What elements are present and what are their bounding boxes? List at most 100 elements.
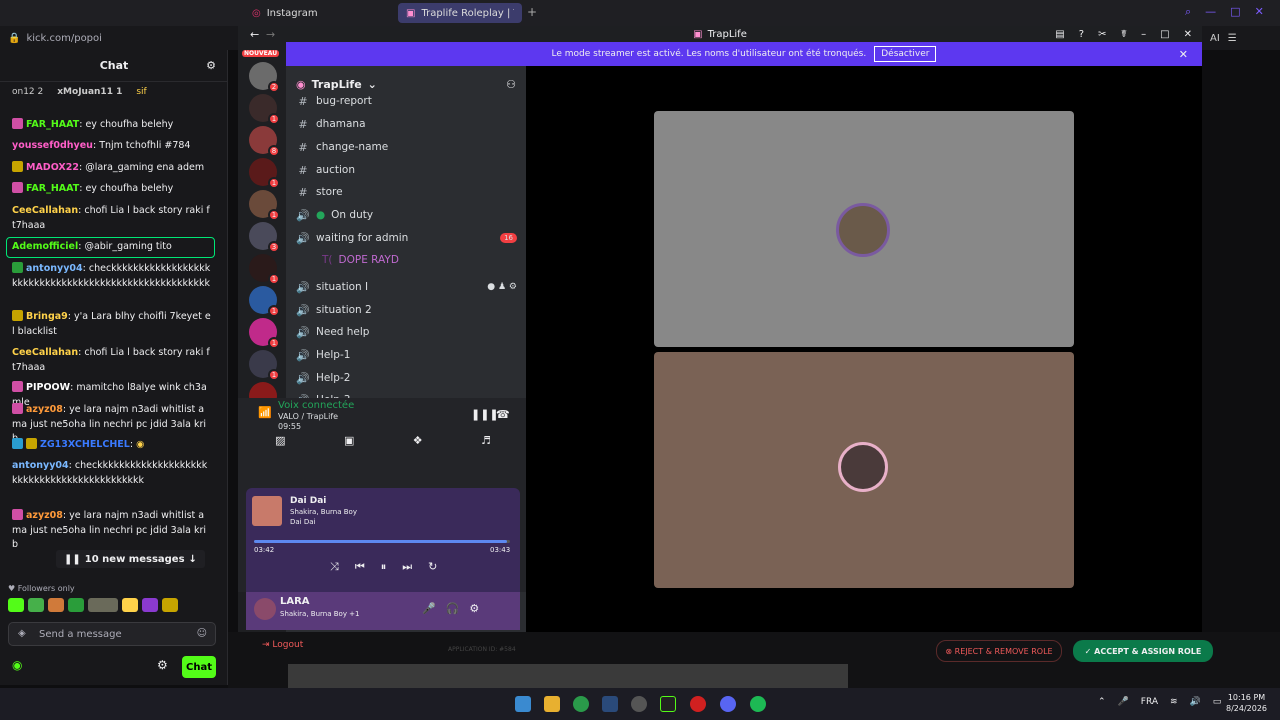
channel-item[interactable]: # dhamana [296, 114, 521, 134]
server-icon[interactable]: 1 [249, 318, 280, 349]
logout-link[interactable]: ⇥ Logout [262, 640, 303, 650]
emote-icon[interactable] [88, 598, 118, 612]
new-messages-button[interactable]: ❚❚ 10 new messages ↓ [56, 550, 205, 568]
activities-icon[interactable]: ❖ [413, 434, 423, 456]
accept-assign-role-button[interactable]: ✓ ACCEPT & ASSIGN ROLE [1073, 640, 1213, 662]
back-arrow-icon[interactable]: ← [250, 28, 259, 41]
forward-arrow-icon[interactable]: → [266, 28, 275, 41]
maximize-icon[interactable]: □ [1160, 29, 1169, 40]
emote-icon[interactable] [122, 598, 138, 612]
voice-channel-item[interactable]: 🔊 Help-1 [296, 345, 521, 365]
disable-streamer-mode-button[interactable]: Désactiver [874, 46, 937, 62]
camera-off-icon[interactable]: ▨ [275, 434, 285, 456]
next-icon[interactable]: ⏭ [402, 560, 412, 574]
inbox-icon[interactable]: ▤ [1055, 29, 1064, 40]
chat-settings-icon[interactable]: ⚙ [206, 59, 216, 72]
server-icon[interactable]: 1 [249, 190, 280, 221]
settings-icon[interactable]: ⚙ [469, 602, 479, 615]
channel-item[interactable]: # store [296, 182, 521, 202]
windows-start-icon[interactable] [515, 696, 531, 712]
close-banner-icon[interactable]: ✕ [1179, 48, 1188, 61]
emote-icon[interactable] [8, 598, 24, 612]
server-icon[interactable]: 1 [249, 254, 280, 285]
chat-badge-icon[interactable]: ◈ [18, 628, 26, 639]
tab-traplife[interactable]: ▣ Traplife Roleplay | Tunisian [398, 3, 522, 23]
server-name-header[interactable]: ◉ TrapLife ⌄ [296, 78, 377, 91]
voice-channel-item[interactable]: 🔊 ● On duty [296, 205, 521, 225]
chat-send-button[interactable]: Chat [182, 656, 216, 678]
minimize-icon[interactable]: – [1141, 29, 1146, 40]
help-icon[interactable]: ? [1079, 29, 1084, 40]
emote-icon[interactable] [48, 598, 64, 612]
previous-icon[interactable]: ⏮ [355, 560, 365, 574]
voice-channel-item[interactable]: 🔊 Need help [296, 322, 521, 342]
voice-user-item[interactable]: T(DOPE RAYD [296, 250, 521, 270]
chrome-icon[interactable] [573, 696, 589, 712]
voice-channel-item[interactable]: 🔊 waiting for admin 16 [296, 228, 521, 248]
chevron-up-icon[interactable]: ⌃ [1098, 697, 1106, 707]
progress-track[interactable] [254, 540, 510, 543]
microphone-icon[interactable]: 🎤 [422, 602, 436, 615]
bug-icon[interactable]: ☤ [1120, 29, 1127, 40]
server-icon[interactable]: 8 [249, 126, 280, 157]
server-icon[interactable]: 3 [249, 222, 280, 253]
disconnect-icon[interactable]: ☎ [496, 408, 510, 421]
ai-button[interactable]: AI [1210, 33, 1220, 44]
discord-icon[interactable] [720, 696, 736, 712]
emote-icon[interactable] [162, 598, 178, 612]
tools-icon[interactable]: ✂ [1098, 29, 1106, 40]
voice-channel-item[interactable]: 🔊 situation I ● ♟ ⚙ [296, 277, 521, 297]
close-icon[interactable]: ✕ [1184, 29, 1192, 40]
server-icon[interactable]: 1 [249, 286, 280, 317]
participant-tile[interactable] [654, 352, 1074, 588]
headphones-icon[interactable]: 🎧 [446, 602, 460, 615]
obs-icon[interactable] [631, 696, 647, 712]
voice-channel-item[interactable]: 🔊 Help-2 [296, 368, 521, 388]
spotify-icon[interactable] [750, 696, 766, 712]
server-icon[interactable]: 2 [249, 62, 280, 93]
volume-icon[interactable]: 🔊 [1190, 697, 1201, 707]
browser-window-controls[interactable]: ⌕ — □ ✕ [1185, 5, 1264, 19]
repeat-icon[interactable]: ↻ [428, 560, 437, 574]
maximize-icon[interactable]: □ [1230, 5, 1240, 19]
emote-icon[interactable] [142, 598, 158, 612]
search-icon[interactable]: ⌕ [1185, 5, 1191, 19]
chat-message-input[interactable]: Send a message ◈ ☺ [8, 622, 216, 646]
address-bar[interactable]: 🔒 kick.com/popoi [0, 26, 240, 50]
file-explorer-icon[interactable] [544, 696, 560, 712]
steam-icon[interactable] [602, 696, 618, 712]
noise-icon[interactable]: ❚❚❚ [471, 408, 499, 421]
screen-share-icon[interactable]: ▣ [344, 434, 354, 456]
avatar[interactable] [254, 598, 276, 620]
server-icon[interactable]: 1 [249, 94, 280, 125]
battery-icon[interactable]: ▭ [1213, 697, 1222, 707]
server-icon[interactable]: 1 [249, 350, 280, 381]
channel-item[interactable]: # auction [296, 160, 521, 180]
menu-icon[interactable]: ☰ [1228, 33, 1237, 44]
pause-icon[interactable]: ⏸ [381, 560, 387, 574]
minimize-icon[interactable]: — [1205, 5, 1216, 19]
soundboard-icon[interactable]: ♬ [481, 434, 491, 456]
channel-item[interactable]: # change-name [296, 137, 521, 157]
tab-instagram[interactable]: ◎ Instagram [244, 3, 392, 23]
shuffle-icon[interactable]: ⤨ [330, 560, 339, 574]
emote-icon[interactable] [68, 598, 84, 612]
kick-icon[interactable] [660, 696, 676, 712]
reject-remove-role-button[interactable]: ⊗ REJECT & REMOVE ROLE [936, 640, 1062, 662]
new-tab-button[interactable]: + [527, 5, 537, 19]
participant-tile[interactable] [654, 111, 1074, 347]
channel-item[interactable]: # bug-report [296, 94, 521, 108]
opera-icon[interactable] [690, 696, 706, 712]
emoji-icon[interactable]: ☺ [197, 628, 207, 639]
add-user-icon[interactable]: ⚇ [506, 78, 516, 91]
clock[interactable]: 10:16 PM 8/24/2026 [1226, 692, 1267, 714]
language-indicator[interactable]: FRA [1141, 697, 1158, 707]
chat-settings-gear-icon[interactable]: ⚙ [157, 658, 168, 672]
microphone-icon[interactable]: 🎤 [1118, 697, 1129, 707]
emote-icon[interactable] [28, 598, 44, 612]
server-icon[interactable]: 1 [249, 158, 280, 189]
wifi-icon[interactable]: ≋ [1170, 697, 1178, 707]
voice-channel-item[interactable]: 🔊 situation 2 [296, 300, 521, 320]
emote-bar[interactable] [8, 598, 216, 614]
close-icon[interactable]: ✕ [1255, 5, 1264, 19]
